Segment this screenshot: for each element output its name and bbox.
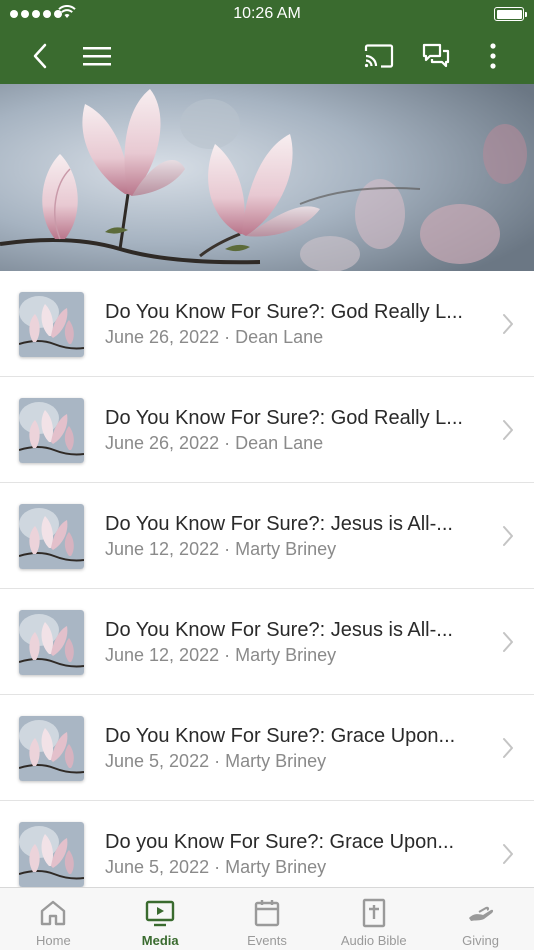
chevron-right-icon [503, 844, 513, 864]
cast-button[interactable] [359, 36, 399, 76]
media-date-speaker: June 12, 2022 · Marty Briney [105, 539, 337, 559]
battery-icon [494, 7, 527, 21]
tab-events[interactable]: Events [214, 888, 321, 950]
nav-bar [0, 28, 534, 84]
media-thumbnail [19, 610, 84, 675]
media-list-item[interactable]: Do You Know For Sure?: God Really L... Ju… [0, 271, 534, 377]
media-thumbnail [19, 292, 84, 357]
chevron-right-icon [503, 632, 513, 652]
status-time: 10:26 AM [233, 5, 301, 22]
giving-hand-icon [466, 898, 496, 928]
tab-giving[interactable]: Giving [427, 888, 534, 950]
media-thumbnail [19, 504, 84, 569]
chevron-right-icon [503, 526, 513, 546]
media-date-speaker: June 12, 2022 · Marty Briney [105, 645, 337, 665]
media-title: Do You Know For Sure?: God Really L... [105, 301, 463, 323]
media-list-item[interactable]: Do You Know For Sure?: Jesus is All-... J… [0, 483, 534, 589]
tab-media[interactable]: Media [107, 888, 214, 950]
tab-audio-bible[interactable]: Audio Bible [320, 888, 427, 950]
media-list-item[interactable]: Do You Know For Sure?: God Really L... Ju… [0, 377, 534, 483]
media-list-item[interactable]: Do You Know For Sure?: Jesus is All-... J… [0, 589, 534, 695]
media-date-speaker: June 5, 2022 · Marty Briney [105, 857, 327, 877]
media-title: Do You Know For Sure?: God Really L... [105, 407, 463, 429]
status-bar: 10:26 AM [0, 0, 534, 28]
hero-banner-image [0, 84, 534, 271]
media-thumbnail [19, 822, 84, 887]
calendar-icon [252, 898, 282, 928]
media-title: Do you Know For Sure?: Grace Upon... [105, 831, 455, 853]
media-date-speaker: June 5, 2022 · Marty Briney [105, 751, 327, 771]
chevron-right-icon [503, 738, 513, 758]
media-title: Do You Know For Sure?: Grace Upon... [105, 725, 456, 747]
media-list-item[interactable]: Do you Know For Sure?: Grace Upon... June… [0, 801, 534, 887]
chevron-right-icon [503, 420, 513, 440]
media-thumbnail [19, 716, 84, 781]
home-icon [38, 898, 68, 928]
menu-button[interactable] [77, 36, 117, 76]
tab-label: Media [141, 933, 179, 948]
tab-label: Events [247, 933, 287, 948]
chat-bubbles-icon [422, 43, 450, 68]
hamburger-menu-icon [83, 47, 111, 66]
more-options-button[interactable] [473, 36, 513, 76]
media-title: Do You Know For Sure?: Jesus is All-... [105, 513, 453, 535]
chat-button[interactable] [416, 36, 456, 76]
media-thumbnail [19, 398, 84, 463]
media-title: Do You Know For Sure?: Jesus is All-... [105, 619, 453, 641]
media-list: Do You Know For Sure?: God Really L... Ju… [0, 271, 534, 887]
cast-icon [364, 44, 394, 68]
chevron-right-icon [503, 314, 513, 334]
tab-label: Audio Bible [340, 933, 407, 948]
media-date-speaker: June 26, 2022 · Dean Lane [105, 327, 324, 347]
more-vertical-icon [490, 43, 496, 69]
bible-icon [359, 898, 389, 928]
media-date-speaker: June 26, 2022 · Dean Lane [105, 433, 324, 453]
chevron-left-icon [33, 43, 47, 69]
tab-bar: Home Media Events Audio Bible Giving [0, 887, 534, 950]
tv-icon [145, 898, 175, 928]
tab-label: Home [36, 933, 71, 948]
tab-home[interactable]: Home [0, 888, 107, 950]
back-button[interactable] [20, 36, 60, 76]
tab-label: Giving [462, 933, 500, 948]
media-list-item[interactable]: Do You Know For Sure?: Grace Upon... June… [0, 695, 534, 801]
